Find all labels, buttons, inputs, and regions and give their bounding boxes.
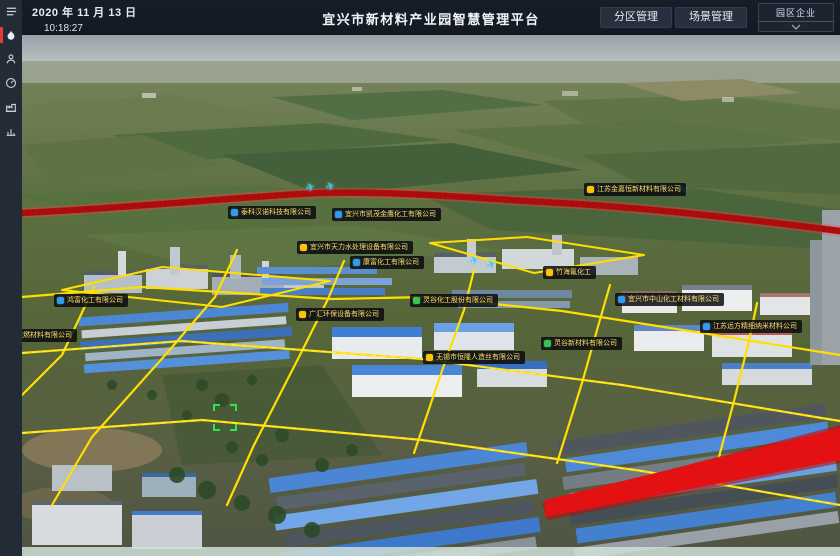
company-label-text: 宜兴市凯茂金鹰化工有限公司 [345,208,436,221]
selection-box [213,404,237,431]
company-label-text: 江苏金嘉恒新材料有限公司 [597,183,681,196]
company-label[interactable]: 宜兴市阻燃材料有限公司 [22,329,77,342]
company-label[interactable]: 鸿富化工有限公司 [54,294,128,307]
company-label-text: 康富化工有限公司 [363,256,419,269]
top-bar: 2020 年 11 月 13 日 10:18:27 宜兴市新材料产业园智慧管理平… [22,0,840,35]
datetime-block: 2020 年 11 月 13 日 10:18:27 [32,4,137,34]
company-label-text: 鸿富化工有限公司 [67,294,123,307]
company-label[interactable]: 灵谷化工股份有限公司 [410,294,498,307]
company-blue-icon [335,211,342,218]
chevron-down-icon [791,24,801,30]
company-label[interactable]: 江苏远方精细纳米材料公司 [700,320,802,333]
zone-management-button[interactable]: 分区管理 [600,7,672,28]
company-label-text: 灵谷化工股份有限公司 [423,294,493,307]
company-green-icon [544,340,551,347]
company-yellow-icon [299,311,306,318]
company-label-text: 无锡市恒隆人造丝有限公司 [436,351,520,364]
company-label[interactable]: 无锡市恒隆人造丝有限公司 [423,351,525,364]
page-title: 宜兴市新材料产业园智慧管理平台 [322,9,540,28]
current-date: 2020 年 11 月 13 日 [32,4,137,20]
company-yellow-icon [546,269,553,276]
map-viewport[interactable]: 泰科汉诺科技有限公司 宜兴市凯茂金鹰化工有限公司宜兴市天力水处理设备有限公司康富化… [22,35,840,556]
menu-icon[interactable] [0,0,22,22]
company-label-text: 广汇环保设备有限公司 [309,308,379,321]
app-window: 2020 年 11 月 13 日 10:18:27 宜兴市新材料产业园智慧管理平… [0,0,840,556]
company-label[interactable]: 竹海氟化工 [543,266,596,279]
sidebar [0,0,22,556]
gauge-icon[interactable] [0,72,22,94]
company-label-text: 灵谷新材料有限公司 [554,337,617,350]
current-time: 10:18:27 [44,23,137,34]
company-label[interactable]: 宜兴市凯茂金鹰化工有限公司 [332,208,441,221]
company-label-text: 宜兴市中山化工材料有限公司 [628,293,719,306]
scene-management-button[interactable]: 场景管理 [675,7,747,28]
company-label[interactable]: 康富化工有限公司 [350,256,424,269]
company-label[interactable]: 广汇环保设备有限公司 [296,308,384,321]
company-yellow-icon [300,244,307,251]
company-blue-icon [231,209,238,216]
company-label-text: 泰科汉诺科技有限公司 [241,206,311,219]
company-green-icon [413,297,420,304]
company-label-text: 宜兴市天力水处理设备有限公司 [310,241,408,254]
company-blue-icon [353,259,360,266]
company-blue-icon [703,323,710,330]
bar-chart-icon[interactable] [0,120,22,142]
company-label-text: 江苏远方精细纳米材料公司 [713,320,797,333]
company-label[interactable]: 宜兴市天力水处理设备有限公司 [297,241,413,254]
company-label[interactable]: 宜兴市中山化工材料有限公司 [615,293,724,306]
company-label-text: 竹海氟化工 [556,266,591,279]
company-label-text: 宜兴市阻燃材料有限公司 [22,329,72,342]
company-blue-icon [618,296,625,303]
company-label[interactable]: 泰科汉诺科技有限公司 [228,206,316,219]
park-enterprise-dropdown-label: 园区企业 [759,4,833,22]
factory-icon[interactable] [0,96,22,118]
park-enterprise-dropdown[interactable]: 园区企业 [758,3,834,32]
company-yellow-icon [426,354,433,361]
company-label[interactable]: 灵谷新材料有限公司 [541,337,622,350]
company-label[interactable]: 江苏金嘉恒新材料有限公司 [584,183,686,196]
company-yellow-icon [587,186,594,193]
person-icon[interactable] [0,48,22,70]
fire-icon[interactable] [0,24,22,46]
company-blue-icon [57,297,64,304]
bottom-rooftop-strip [22,547,840,556]
